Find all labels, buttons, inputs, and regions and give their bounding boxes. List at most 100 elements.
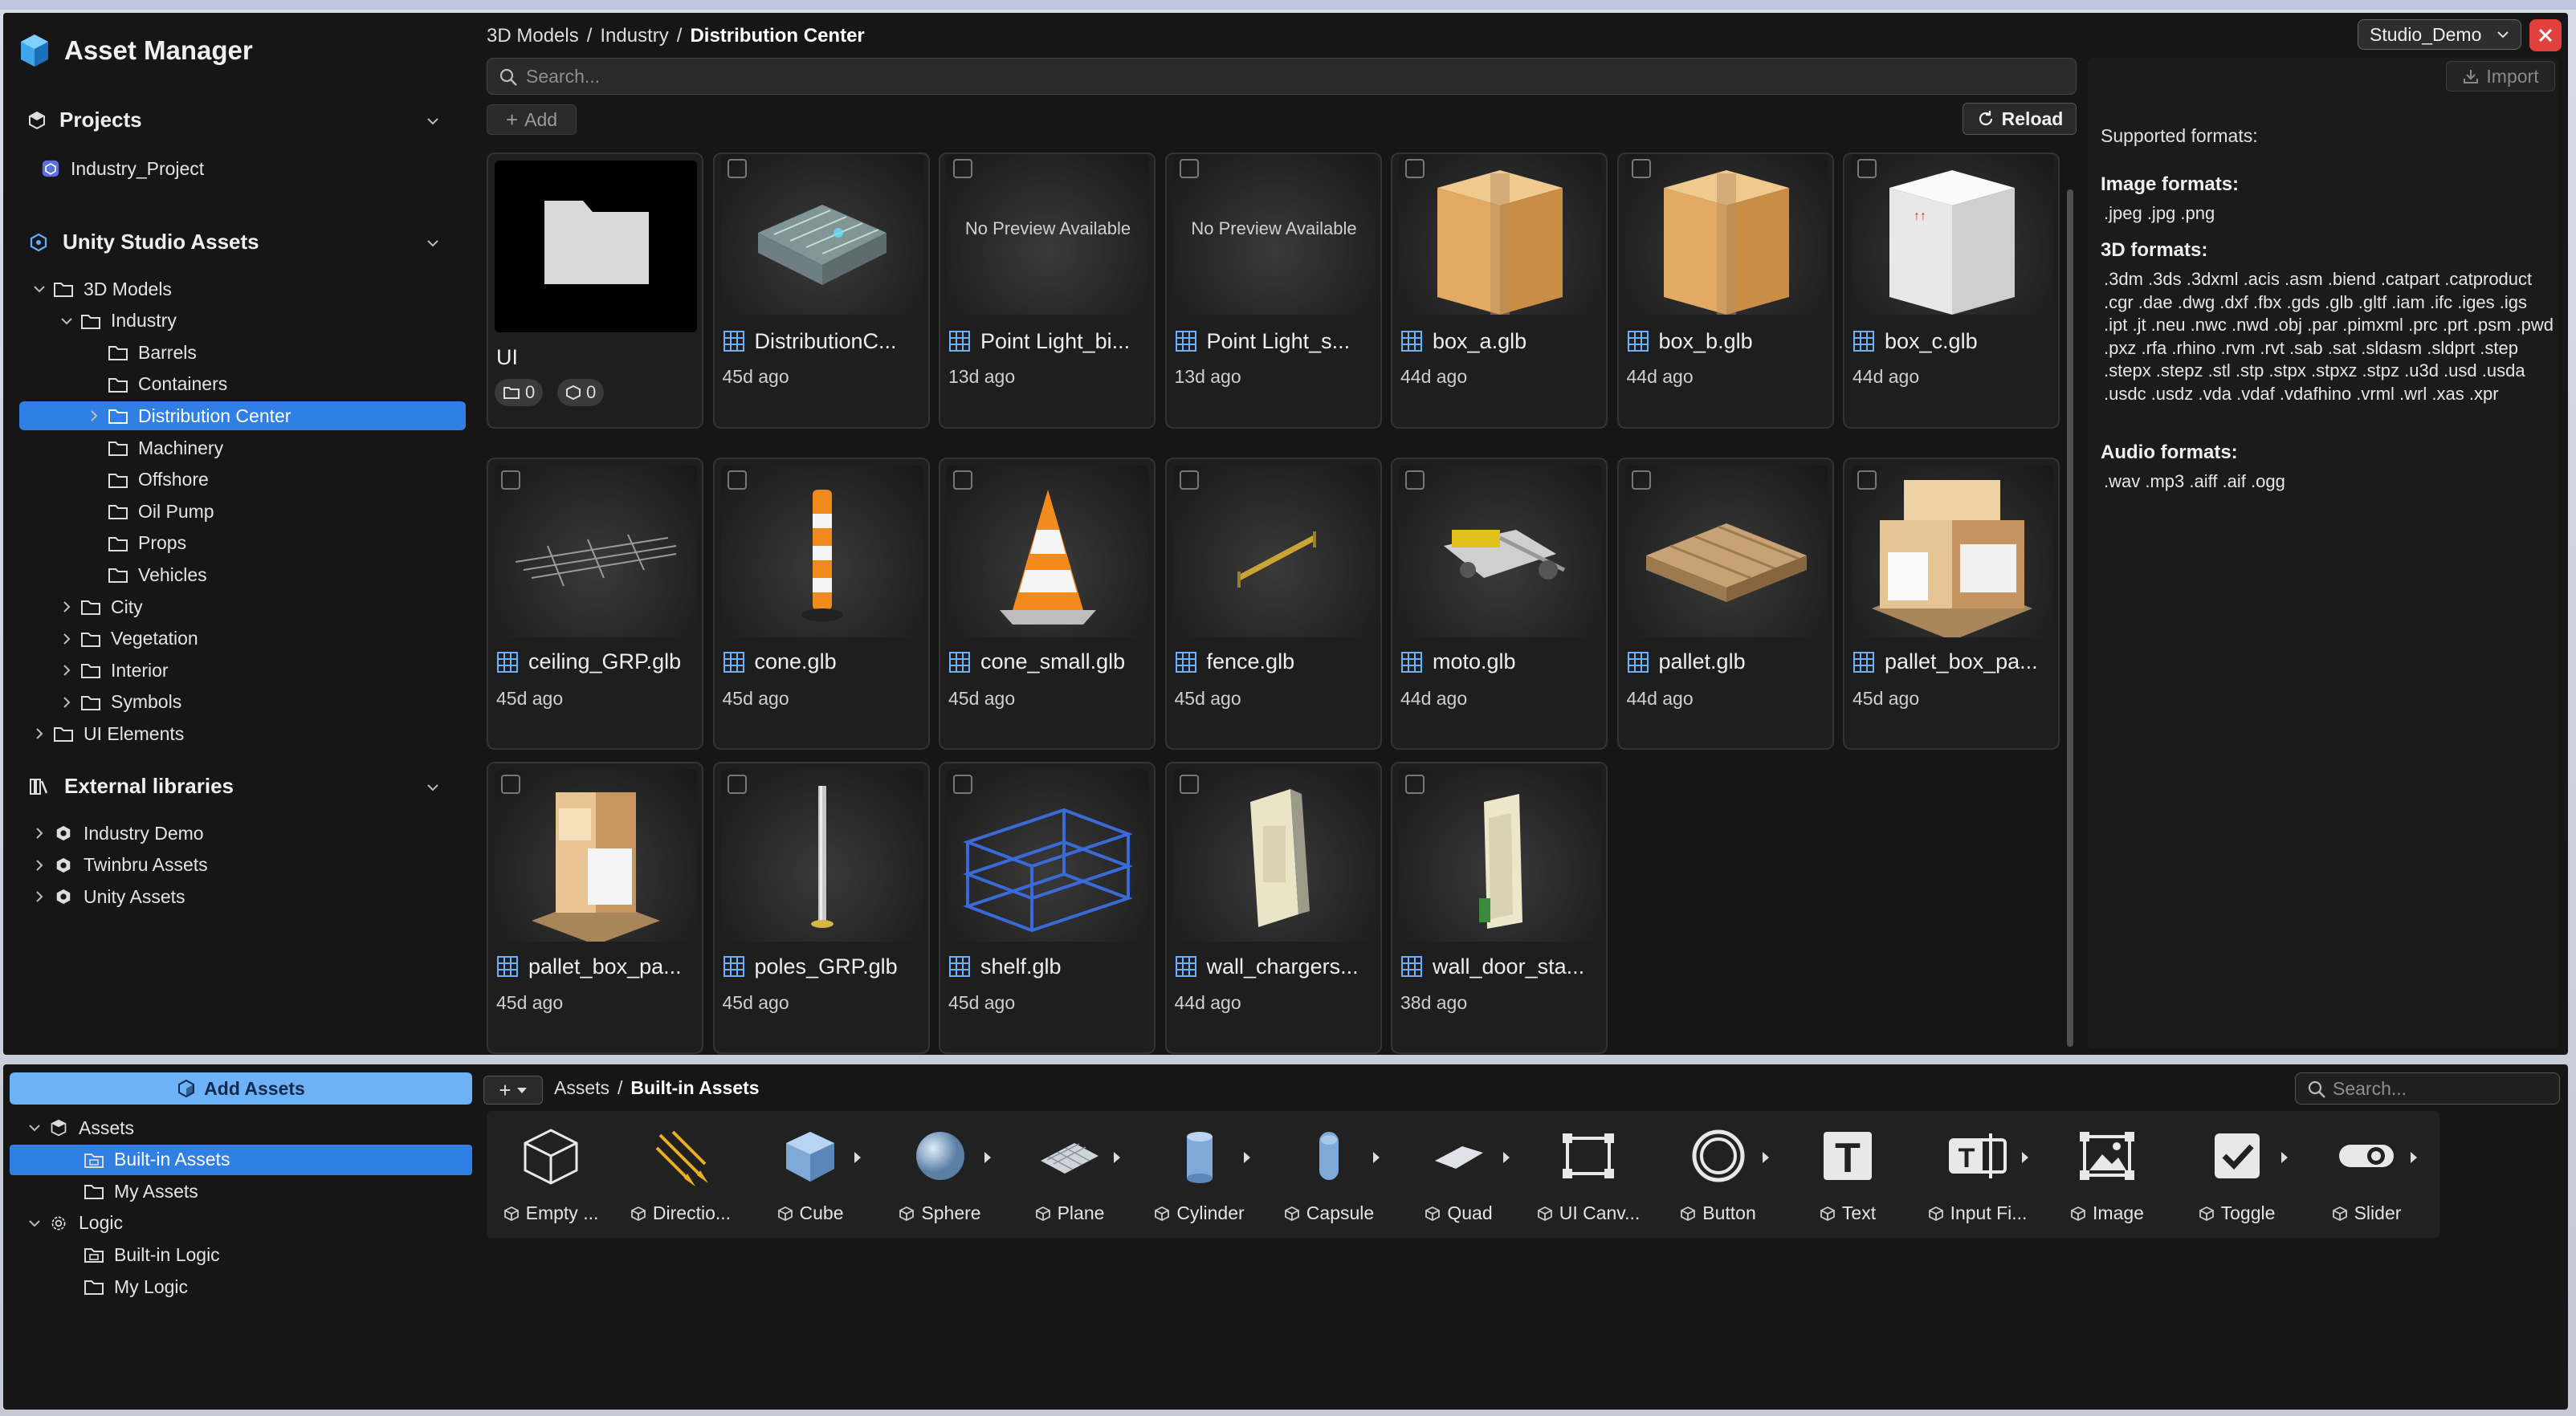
- tree-item-industry[interactable]: Industry: [19, 307, 466, 336]
- chevron-right-icon[interactable]: [32, 858, 47, 873]
- assets-tree-my-assets[interactable]: My Assets: [10, 1176, 472, 1206]
- assets-tree-built-in-assets[interactable]: Built-in Assets: [10, 1144, 472, 1175]
- select-checkbox[interactable]: [501, 470, 520, 490]
- library-item-industry-demo[interactable]: Industry Demo: [19, 819, 466, 848]
- tree-item-vehicles[interactable]: Vehicles: [19, 560, 466, 589]
- tool-quad[interactable]: Quad: [1395, 1111, 1523, 1238]
- select-checkbox[interactable]: [727, 159, 747, 178]
- select-checkbox[interactable]: [1631, 470, 1651, 490]
- breadcrumb-assets[interactable]: Assets: [554, 1077, 609, 1099]
- tool-ui-canvas[interactable]: UI Canv...: [1524, 1111, 1653, 1238]
- chevron-down-icon[interactable]: [27, 1121, 42, 1135]
- grid-scrollbar[interactable]: [2067, 189, 2073, 1047]
- chevron-right-icon[interactable]: [32, 889, 47, 904]
- select-checkbox[interactable]: [1179, 470, 1199, 490]
- add-assets-button[interactable]: Add Assets: [10, 1072, 472, 1105]
- breadcrumb-industry[interactable]: Industry: [600, 25, 668, 47]
- tool-capsule[interactable]: Capsule: [1265, 1111, 1393, 1238]
- tree-item-vegetation[interactable]: Vegetation: [19, 625, 466, 653]
- select-checkbox[interactable]: [1405, 159, 1425, 178]
- tree-item-3d-models[interactable]: 3D Models: [19, 275, 466, 303]
- projects-section-header[interactable]: Projects: [29, 108, 142, 132]
- chevron-right-icon[interactable]: [59, 663, 74, 677]
- create-dropdown-button[interactable]: +: [483, 1076, 543, 1105]
- chevron-down-icon[interactable]: [426, 114, 440, 128]
- tool-image[interactable]: Image: [2043, 1111, 2171, 1238]
- chevron-right-icon[interactable]: [59, 695, 74, 710]
- asset-card[interactable]: box_a.glb 44d ago: [1391, 153, 1608, 429]
- select-checkbox[interactable]: [1405, 775, 1425, 794]
- select-checkbox[interactable]: [1179, 159, 1199, 178]
- expand-arrow-icon[interactable]: [2280, 1151, 2289, 1164]
- asset-card[interactable]: shelf.glb 45d ago: [939, 762, 1156, 1054]
- select-checkbox[interactable]: [1405, 470, 1425, 490]
- expand-arrow-icon[interactable]: [1372, 1151, 1380, 1164]
- asset-card[interactable]: No Preview Available Point Light_s... 13…: [1164, 153, 1382, 429]
- close-button[interactable]: [2529, 19, 2562, 51]
- tree-item-oil-pump[interactable]: Oil Pump: [19, 497, 466, 526]
- tool-text[interactable]: T Text: [1783, 1111, 1912, 1238]
- asset-card[interactable]: pallet_box_pa... 45d ago: [1843, 457, 2060, 750]
- chevron-right-icon[interactable]: [32, 826, 47, 840]
- chevron-down-icon[interactable]: [32, 282, 47, 296]
- select-checkbox[interactable]: [1631, 159, 1651, 178]
- select-checkbox[interactable]: [953, 470, 972, 490]
- chevron-right-icon[interactable]: [59, 632, 74, 646]
- tree-item-machinery[interactable]: Machinery: [19, 433, 466, 462]
- reload-button[interactable]: Reload: [1963, 103, 2077, 135]
- chevron-down-icon[interactable]: [59, 314, 74, 328]
- tree-item-interior[interactable]: Interior: [19, 656, 466, 685]
- select-checkbox[interactable]: [953, 775, 972, 794]
- search-input[interactable]: Search...: [487, 58, 2077, 95]
- chevron-down-icon[interactable]: [27, 1216, 42, 1231]
- chevron-right-icon[interactable]: [32, 726, 47, 741]
- breadcrumb-3d-models[interactable]: 3D Models: [487, 25, 579, 47]
- assets-tree-my-logic[interactable]: My Logic: [10, 1272, 472, 1302]
- select-checkbox[interactable]: [727, 775, 747, 794]
- assets-tree-built-in-logic[interactable]: Built-in Logic: [10, 1239, 472, 1270]
- expand-arrow-icon[interactable]: [2021, 1151, 2029, 1164]
- tool-empty-cube[interactable]: Empty ...: [487, 1111, 615, 1238]
- asset-card[interactable]: pallet.glb 44d ago: [1616, 457, 1834, 750]
- tree-item-offshore[interactable]: Offshore: [19, 466, 466, 494]
- asset-card[interactable]: box_b.glb 44d ago: [1616, 153, 1834, 429]
- tool-plane[interactable]: Plane: [1005, 1111, 1134, 1238]
- tree-item-props[interactable]: Props: [19, 529, 466, 558]
- expand-arrow-icon[interactable]: [1113, 1151, 1121, 1164]
- asset-card[interactable]: ceiling_GRP.glb 45d ago: [487, 457, 703, 750]
- select-checkbox[interactable]: [727, 470, 747, 490]
- assets-tree-assets[interactable]: Assets: [10, 1113, 472, 1143]
- asset-card[interactable]: No Preview Available Point Light_bi... 1…: [939, 153, 1156, 429]
- expand-arrow-icon[interactable]: [1502, 1151, 1510, 1164]
- expand-arrow-icon[interactable]: [1243, 1151, 1251, 1164]
- tool-cube[interactable]: Cube: [746, 1111, 874, 1238]
- tree-item-ui-elements[interactable]: UI Elements: [19, 719, 466, 748]
- select-checkbox[interactable]: [501, 775, 520, 794]
- studio-assets-section-header[interactable]: Unity Studio Assets: [29, 230, 259, 254]
- import-button[interactable]: Import: [2446, 61, 2555, 92]
- tree-item-symbols[interactable]: Symbols: [19, 688, 466, 717]
- select-checkbox[interactable]: [953, 159, 972, 178]
- asset-card[interactable]: cone.glb 45d ago: [712, 457, 930, 750]
- asset-card[interactable]: DistributionC... 45d ago: [712, 153, 930, 429]
- expand-arrow-icon[interactable]: [854, 1151, 862, 1164]
- select-checkbox[interactable]: [1857, 470, 1877, 490]
- tree-item-barrels[interactable]: Barrels: [19, 338, 466, 367]
- project-item[interactable]: Industry_Project: [40, 154, 458, 183]
- external-libraries-header[interactable]: External libraries: [29, 774, 234, 799]
- tool-toggle[interactable]: Toggle: [2173, 1111, 2301, 1238]
- chevron-right-icon[interactable]: [59, 600, 74, 614]
- tree-item-distribution-center[interactable]: Distribution Center: [19, 401, 466, 431]
- workspace-dropdown[interactable]: Studio_Demo: [2358, 19, 2521, 50]
- asset-card[interactable]: wall_chargers... 44d ago: [1164, 762, 1382, 1054]
- tool-directional-light[interactable]: Directio...: [617, 1111, 745, 1238]
- assets-tree-logic[interactable]: Logic: [10, 1208, 472, 1239]
- expand-arrow-icon[interactable]: [1762, 1151, 1770, 1164]
- tree-item-containers[interactable]: Containers: [19, 370, 466, 399]
- expand-arrow-icon[interactable]: [2410, 1151, 2418, 1164]
- asset-card[interactable]: pallet_box_pa... 45d ago: [487, 762, 703, 1054]
- chevron-down-icon[interactable]: [426, 780, 440, 795]
- asset-card[interactable]: ↑↑ box_c.glb 44d ago: [1843, 153, 2060, 429]
- select-checkbox[interactable]: [1179, 775, 1199, 794]
- select-checkbox[interactable]: [1857, 159, 1877, 178]
